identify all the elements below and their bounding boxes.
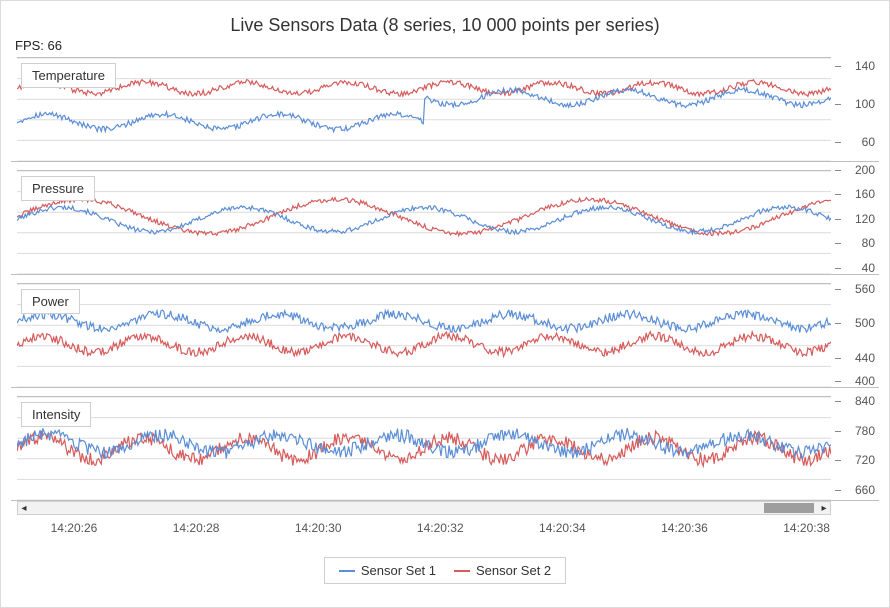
y-tick: 720 [855, 453, 875, 467]
legend-item-sensor-1[interactable]: Sensor Set 1 [339, 563, 436, 578]
y-tick: 200 [855, 163, 875, 177]
scroll-left-arrow-icon[interactable]: ◂ [18, 502, 30, 514]
x-tick: 14:20:30 [295, 521, 342, 535]
panel-label: Intensity [21, 402, 91, 427]
chart-title: Live Sensors Data (8 series, 10 000 poin… [11, 15, 879, 36]
legend-swatch-s2 [454, 570, 470, 572]
horizontal-scrollbar[interactable]: ◂ ▸ [17, 501, 831, 515]
plot-area[interactable] [17, 170, 831, 274]
series-sensor-1 [17, 205, 831, 234]
y-tick: 140 [855, 59, 875, 73]
x-tick: 14:20:32 [417, 521, 464, 535]
series-sensor-1 [17, 310, 831, 333]
legend-label-s1: Sensor Set 1 [361, 563, 436, 578]
plot-area[interactable] [17, 283, 831, 387]
y-tick: 40 [862, 261, 875, 275]
x-axis-labels: 14:20:26 14:20:28 14:20:30 14:20:32 14:20:34… [17, 521, 831, 541]
series-sensor-1 [17, 428, 831, 459]
y-tick: 560 [855, 282, 875, 296]
y-tick: 80 [862, 236, 875, 250]
scrollbar-thumb[interactable] [764, 503, 814, 513]
y-tick: 160 [855, 187, 875, 201]
chart-panels: Temperature 60 100 140 Pressure 40 80 120 160 200… [11, 57, 879, 501]
panel-temperature[interactable]: Temperature 60 100 140 [11, 57, 879, 162]
y-tick: 400 [855, 374, 875, 388]
series-sensor-2 [17, 80, 831, 97]
legend-label-s2: Sensor Set 2 [476, 563, 551, 578]
x-tick: 14:20:28 [173, 521, 220, 535]
panel-pressure[interactable]: Pressure4080120160200 [11, 170, 879, 275]
panel-label: Temperature [21, 63, 116, 88]
panel-intensity[interactable]: Intensity 660 720 780 840 [11, 396, 879, 501]
x-tick: 14:20:38 [783, 521, 830, 535]
series-sensor-2 [17, 332, 831, 357]
fps-label: FPS: 66 [15, 38, 879, 53]
panel-label: Pressure [21, 176, 95, 201]
legend-swatch-s1 [339, 570, 355, 572]
y-tick: 60 [862, 135, 875, 149]
plot-area[interactable] [17, 396, 831, 500]
panel-label: Power [21, 289, 80, 314]
panel-power[interactable]: Power 400 440 500 560 [11, 283, 879, 388]
y-tick: 440 [855, 351, 875, 365]
x-tick: 14:20:26 [51, 521, 98, 535]
legend: Sensor Set 1 Sensor Set 2 [324, 557, 566, 584]
y-tick: 780 [855, 424, 875, 438]
y-tick: 500 [855, 316, 875, 330]
scroll-right-arrow-icon[interactable]: ▸ [818, 502, 830, 514]
y-tick: 840 [855, 394, 875, 408]
series-sensor-1 [17, 88, 831, 132]
x-tick: 14:20:36 [661, 521, 708, 535]
y-axis: 400 440 500 560 [835, 283, 875, 387]
y-axis: 60 100 140 [835, 57, 875, 161]
plot-area[interactable] [17, 57, 831, 161]
legend-item-sensor-2[interactable]: Sensor Set 2 [454, 563, 551, 578]
scrollbar-track[interactable] [30, 502, 818, 514]
y-axis: 4080120160200 [835, 170, 875, 274]
y-tick: 660 [855, 483, 875, 497]
x-tick: 14:20:34 [539, 521, 586, 535]
y-axis: 660 720 780 840 [835, 396, 875, 500]
y-tick: 120 [855, 212, 875, 226]
y-tick: 100 [855, 97, 875, 111]
chart-card: Live Sensors Data (8 series, 10 000 poin… [0, 0, 890, 608]
series-sensor-2 [17, 431, 831, 466]
